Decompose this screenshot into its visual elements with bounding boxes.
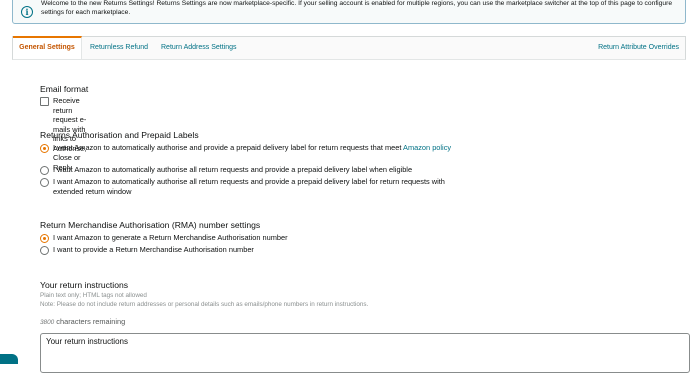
banner-text: Welcome to the new Returns Settings! Ret… bbox=[41, 0, 673, 16]
tab-general-settings[interactable]: General Settings bbox=[13, 36, 82, 59]
remaining-label: characters remaining bbox=[54, 317, 126, 326]
tab-return-address-settings[interactable]: Return Address Settings bbox=[161, 37, 237, 59]
auth-option-2-label: I want Amazon to automatically authorise… bbox=[53, 165, 413, 174]
rma-option-1-radio[interactable] bbox=[40, 234, 49, 243]
return-instructions-title: Your return instructions bbox=[40, 280, 129, 290]
amazon-policy-link[interactable]: Amazon policy bbox=[403, 143, 451, 152]
auth-option-3-label: I want Amazon to automatically authorise… bbox=[53, 177, 445, 196]
email-format-title: Email format bbox=[40, 84, 89, 94]
info-icon: i bbox=[21, 6, 33, 18]
characters-remaining: 3800 characters remaining bbox=[40, 317, 125, 326]
rma-option-1-label: I want Amazon to generate a Return Merch… bbox=[53, 233, 288, 242]
auth-option-2-radio[interactable] bbox=[40, 166, 49, 175]
rma-option-2-label: I want to provide a Return Merchandise A… bbox=[53, 245, 254, 254]
rma-title: Return Merchandise Authorisation (RMA) n… bbox=[40, 220, 261, 230]
rma-option-2-radio[interactable] bbox=[40, 246, 49, 255]
privacy-note: Note: Please do not include return addre… bbox=[40, 301, 369, 308]
help-tab[interactable] bbox=[0, 354, 18, 364]
return-instructions-textarea[interactable]: Your return instructions bbox=[40, 333, 690, 373]
info-banner: i Welcome to the new Returns Settings! R… bbox=[12, 0, 686, 24]
tab-return-attribute-overrides[interactable]: Return Attribute Overrides bbox=[598, 37, 679, 59]
settings-tabs: General Settings Returnless Refund Retur… bbox=[12, 36, 686, 60]
auth-option-1-label: I want Amazon to automatically authorise… bbox=[53, 143, 452, 152]
tab-returnless-refund[interactable]: Returnless Refund bbox=[90, 37, 148, 59]
auth-option-1-radio[interactable] bbox=[40, 144, 49, 153]
auth-option-3-radio[interactable] bbox=[40, 178, 49, 187]
authorisation-title: Returns Authorisation and Prepaid Labels bbox=[40, 130, 199, 140]
remaining-count: 3800 bbox=[40, 319, 55, 326]
email-links-checkbox[interactable] bbox=[40, 97, 49, 106]
plain-text-hint: Plain text only; HTML tags not allowed bbox=[40, 292, 147, 299]
